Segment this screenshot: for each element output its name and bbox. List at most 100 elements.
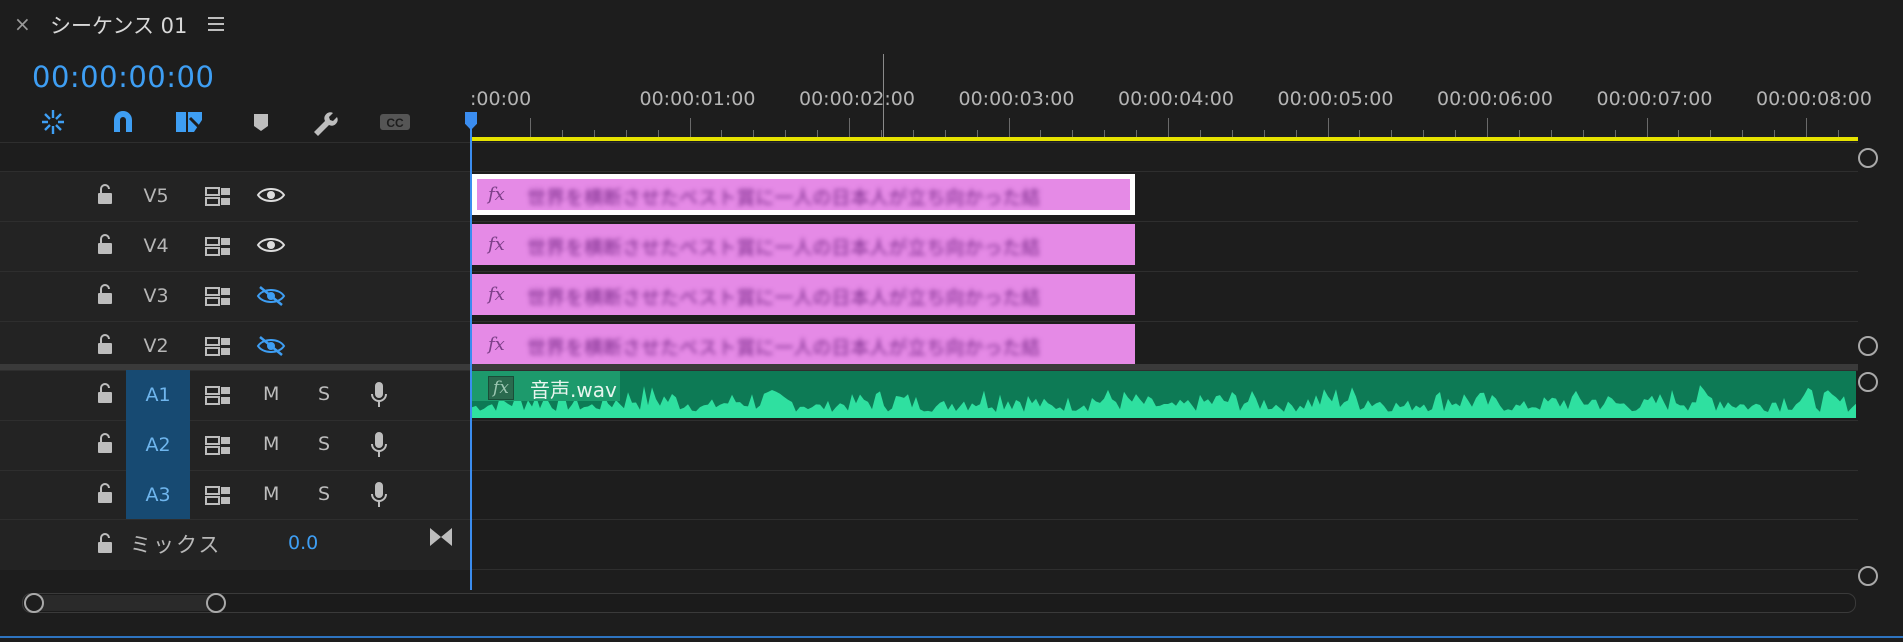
lock-icon[interactable] — [97, 433, 113, 455]
audio-scroll-top-handle[interactable] — [1858, 372, 1878, 392]
track-header — [0, 421, 470, 470]
time-ruler[interactable]: :00:00 00:00:01:00 00:00:02:00 00:00:03:00 0… — [470, 52, 1872, 142]
ruler-label: 00:00:08:00 — [1756, 88, 1872, 110]
sync-lock-icon[interactable] — [205, 434, 231, 456]
audio-clip-name: 音声.wav — [530, 378, 617, 402]
voiceover-record-icon[interactable] — [371, 381, 387, 409]
snap-magnet-icon[interactable] — [108, 108, 138, 136]
audio-scroll-bottom-handle[interactable] — [1858, 566, 1878, 586]
ruler-label: 00:00:07:00 — [1596, 88, 1713, 110]
track-name-v3[interactable]: V3 — [124, 272, 188, 320]
horizontal-scrollbar[interactable] — [22, 593, 1856, 613]
track-header — [0, 371, 470, 420]
captions-icon[interactable]: CC — [378, 108, 410, 136]
solo-button[interactable]: S — [318, 433, 330, 455]
svg-text:CC: CC — [386, 116, 404, 130]
voiceover-record-icon[interactable] — [371, 431, 387, 459]
fx-badge: fx — [488, 184, 505, 205]
video-scroll-bottom-handle[interactable] — [1858, 336, 1878, 356]
ruler-label: :00:00 — [470, 88, 532, 110]
ruler-major-tick — [530, 118, 531, 138]
lock-icon[interactable] — [97, 284, 113, 306]
lock-icon[interactable] — [97, 483, 113, 505]
wrench-icon[interactable] — [310, 108, 340, 136]
zoom-left-handle[interactable] — [24, 593, 44, 613]
track-header — [0, 272, 470, 321]
lock-icon[interactable] — [97, 334, 113, 356]
sync-lock-icon[interactable] — [205, 285, 231, 307]
eye-icon[interactable] — [256, 235, 286, 255]
video-clip[interactable]: fx 世界を横断させたベスト賞に一人の日本人が立ち向かった結 — [472, 274, 1135, 315]
horizontal-scroll-thumb[interactable] — [32, 595, 218, 611]
clip-title: 世界を横断させたベスト賞に一人の日本人が立ち向かった結 — [527, 187, 1041, 209]
audio-waveform — [472, 385, 1856, 418]
insert-overwrite-icon[interactable] — [38, 108, 68, 136]
sync-lock-icon[interactable] — [205, 235, 231, 257]
sync-lock-icon[interactable] — [205, 384, 231, 406]
eye-icon[interactable] — [256, 185, 286, 205]
track-area-top-band — [0, 142, 1858, 172]
ruler-label: 00:00:03:00 — [958, 88, 1075, 110]
track-header — [0, 471, 470, 520]
track-header — [0, 222, 470, 271]
mute-button[interactable]: M — [263, 433, 279, 455]
ruler-major-tick — [849, 118, 850, 138]
lock-icon[interactable] — [97, 533, 113, 555]
track-name-v4[interactable]: V4 — [124, 222, 188, 270]
mute-button[interactable]: M — [263, 483, 279, 505]
playhead-line[interactable] — [470, 118, 472, 590]
fx-badge: fx — [488, 234, 505, 255]
track-name-a3[interactable]: A3 — [126, 470, 190, 520]
voiceover-record-icon[interactable] — [371, 481, 387, 509]
ruler-major-tick — [689, 118, 691, 138]
eye-hidden-icon[interactable] — [256, 335, 286, 356]
clip-title: 世界を横断させたベスト賞に一人の日本人が立ち向かった結 — [527, 287, 1041, 309]
mix-volume-value[interactable]: 0.0 — [288, 532, 318, 554]
hamburger-menu-icon[interactable] — [208, 17, 224, 31]
mute-button[interactable]: M — [263, 383, 279, 405]
ruler-major-tick — [1327, 118, 1329, 138]
panel-tab-bar: × シーケンス 01 — [0, 0, 1903, 48]
work-area-bar[interactable] — [470, 137, 1858, 141]
ruler-label: 00:00:04:00 — [1118, 88, 1234, 110]
video-clip[interactable]: fx 世界を横断させたベスト賞に一人の日本人が立ち向かった結 — [472, 174, 1135, 215]
hover-time-indicator — [883, 54, 884, 138]
fx-badge: fx — [488, 284, 505, 305]
track-name-a1[interactable]: A1 — [126, 370, 190, 420]
lock-icon[interactable] — [97, 184, 113, 206]
close-icon[interactable]: × — [14, 12, 31, 36]
linked-selection-icon[interactable] — [174, 108, 204, 136]
ruler-major-tick — [1646, 118, 1648, 138]
audio-clip[interactable]: fx 音声.wav — [472, 371, 1856, 418]
track-name-a2[interactable]: A2 — [126, 420, 190, 470]
video-clip[interactable]: fx 世界を横断させたベスト賞に一人の日本人が立ち向かった結 — [472, 224, 1135, 265]
sequence-title[interactable]: シーケンス 01 — [50, 10, 187, 40]
ruler-major-tick — [1806, 118, 1807, 138]
video-clip[interactable]: fx 世界を横断させたベスト賞に一人の日本人が立ち向かった結 — [472, 324, 1135, 365]
sync-lock-icon[interactable] — [205, 185, 231, 207]
zoom-right-handle[interactable] — [206, 593, 226, 613]
mix-track-row — [0, 519, 1858, 570]
ruler-label: 00:00:01:00 — [639, 88, 756, 110]
clip-title: 世界を横断させたベスト賞に一人の日本人が立ち向かった結 — [527, 237, 1041, 259]
playhead-timecode[interactable]: 00:00:00:00 — [32, 60, 214, 94]
marker-icon[interactable] — [246, 108, 276, 136]
sync-lock-icon[interactable] — [205, 335, 231, 357]
track-name-v2[interactable]: V2 — [124, 322, 188, 370]
lock-icon[interactable] — [97, 234, 113, 256]
ruler-label: 00:00:06:00 — [1437, 88, 1553, 110]
eye-hidden-icon[interactable] — [256, 285, 286, 306]
sync-lock-icon[interactable] — [205, 484, 231, 506]
lock-icon[interactable] — [97, 383, 113, 405]
track-header — [0, 172, 470, 221]
track-name-v5[interactable]: V5 — [124, 172, 188, 220]
ruler-major-tick — [1487, 118, 1488, 138]
mix-pan-icon[interactable] — [428, 526, 454, 548]
solo-button[interactable]: S — [318, 483, 330, 505]
fx-badge: fx — [488, 376, 514, 400]
fx-badge: fx — [488, 334, 505, 355]
ruler-major-tick — [1168, 118, 1169, 138]
video-scroll-top-handle[interactable] — [1858, 148, 1878, 168]
solo-button[interactable]: S — [318, 383, 330, 405]
panel-focus-border — [0, 636, 1903, 638]
